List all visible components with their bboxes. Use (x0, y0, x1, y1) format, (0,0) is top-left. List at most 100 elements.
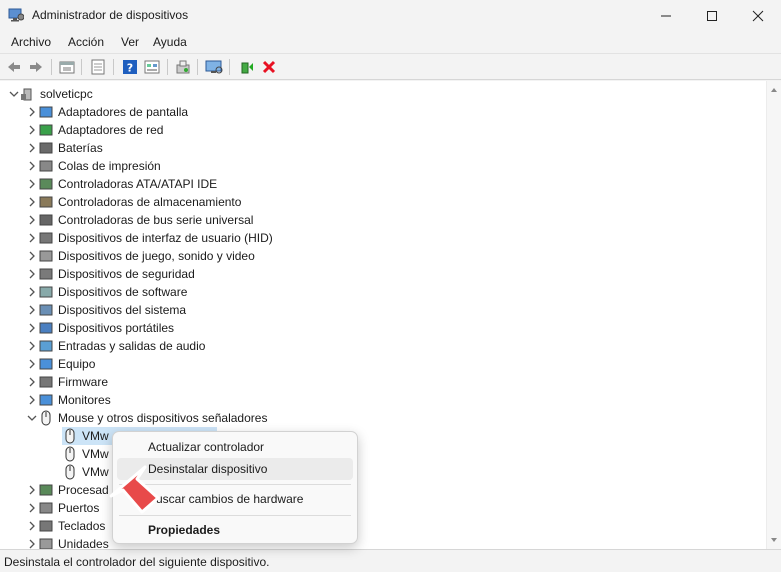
toolbar: ? (0, 53, 781, 80)
chevron-right-icon[interactable] (26, 268, 38, 280)
tree-category-label: Dispositivos de software (58, 285, 188, 299)
tree-category-label: Adaptadores de red (58, 123, 164, 137)
update-driver-icon (241, 62, 253, 74)
tree-category-label: Equipo (58, 357, 96, 371)
tree-category[interactable]: Adaptadores de red (26, 121, 163, 139)
minimize-icon (661, 15, 671, 16)
scroll-up-icon (771, 88, 777, 92)
tree-category[interactable]: Mouse y otros dispositivos señaladores (26, 409, 267, 427)
chevron-right-icon[interactable] (26, 106, 38, 118)
tree-category[interactable]: Firmware (26, 373, 108, 391)
maximize-icon (707, 10, 717, 21)
chevron-right-icon[interactable] (26, 178, 38, 190)
refresh-hardware-button[interactable] (174, 58, 192, 76)
tree-category[interactable]: Colas de impresión (26, 157, 161, 175)
chevron-down-icon[interactable] (26, 412, 38, 424)
tree-category[interactable]: Controladoras ATA/ATAPI IDE (26, 175, 217, 193)
chevron-right-icon[interactable] (26, 304, 38, 316)
tree-category-label: Dispositivos de seguridad (58, 267, 195, 281)
device-category-icon (39, 196, 53, 208)
menu-archivo[interactable]: Archivo (11, 35, 51, 49)
tree-category[interactable]: Entradas y salidas de audio (26, 337, 205, 355)
chevron-right-icon[interactable] (26, 484, 38, 496)
device-category-icon (39, 376, 53, 388)
tree-category[interactable]: Dispositivos de juego, sonido y video (26, 247, 255, 265)
chevron-right-icon[interactable] (26, 124, 38, 136)
maximize-button[interactable] (689, 0, 735, 31)
tree-category[interactable]: Dispositivos del sistema (26, 301, 186, 319)
tree-category[interactable]: Puertos (26, 499, 99, 517)
refresh-hardware-icon (176, 60, 190, 74)
computer-icon (21, 88, 32, 101)
mouse-icon (41, 410, 51, 426)
tree-category[interactable]: Monitores (26, 391, 111, 409)
toolbar-separator (113, 59, 114, 75)
tree-category-label: Controladoras ATA/ATAPI IDE (58, 177, 218, 191)
window-title: Administrador de dispositivos (32, 8, 189, 22)
chevron-right-icon[interactable] (26, 502, 38, 514)
tree-category[interactable]: Adaptadores de pantalla (26, 103, 188, 121)
tree-root-label: solveticpc (40, 87, 93, 101)
chevron-right-icon[interactable] (26, 286, 38, 298)
chevron-down-icon[interactable] (8, 88, 20, 100)
menu-accion[interactable]: Acción (68, 35, 104, 49)
properties-button[interactable] (58, 58, 76, 76)
update-driver-button[interactable] (238, 58, 256, 76)
scan-button[interactable] (205, 58, 223, 76)
chevron-right-icon[interactable] (26, 340, 38, 352)
forward-button[interactable] (27, 58, 45, 76)
device-category-icon (39, 520, 53, 532)
chevron-right-icon[interactable] (26, 250, 38, 262)
chevron-right-icon[interactable] (26, 376, 38, 388)
menu-ayuda[interactable]: Ayuda (153, 35, 187, 49)
minimize-button[interactable] (643, 0, 689, 31)
chevron-right-icon[interactable] (26, 142, 38, 154)
tree-category[interactable]: Controladoras de bus serie universal (26, 211, 253, 229)
tree-category[interactable]: Dispositivos de seguridad (26, 265, 195, 283)
monitor-scan-icon (205, 60, 223, 74)
tree-category[interactable]: Baterías (26, 139, 103, 157)
tree-category[interactable]: Unidades (26, 535, 109, 549)
tree-category[interactable]: Dispositivos de interfaz de usuario (HID… (26, 229, 273, 247)
device-category-icon (39, 106, 53, 118)
vertical-scrollbar[interactable] (766, 81, 781, 549)
ctx-update-driver[interactable]: Actualizar controlador (117, 436, 353, 458)
tree-category[interactable]: Dispositivos portátiles (26, 319, 174, 337)
back-button[interactable] (5, 58, 23, 76)
device-category-icon (39, 268, 53, 280)
tree-category[interactable]: Teclados (26, 517, 105, 535)
device-manager-app-icon (8, 8, 24, 22)
chevron-right-icon[interactable] (26, 358, 38, 370)
device-category-icon (39, 340, 53, 352)
tree-category-label: Adaptadores de pantalla (58, 105, 189, 119)
chevron-right-icon[interactable] (26, 322, 38, 334)
remove-device-icon (262, 60, 276, 74)
chevron-right-icon[interactable] (26, 196, 38, 208)
close-button[interactable] (735, 0, 781, 31)
tree-category[interactable]: Procesad (26, 481, 109, 499)
device-category-icon (39, 538, 53, 549)
menu-ver[interactable]: Ver (121, 35, 139, 49)
chevron-right-icon[interactable] (26, 232, 38, 244)
status-bar: Desinstala el controlador del siguiente … (0, 549, 781, 572)
tree-root[interactable]: solveticpc (8, 85, 93, 103)
tree-category-label: Controladoras de almacenamiento (58, 195, 242, 209)
device-category-icon (39, 394, 53, 406)
scroll-down-icon (771, 538, 777, 542)
tree-category[interactable]: Dispositivos de software (26, 283, 187, 301)
tree-category[interactable]: Controladoras de almacenamiento (26, 193, 241, 211)
tree-category-label: Dispositivos de interfaz de usuario (HID… (58, 231, 273, 245)
chevron-right-icon[interactable] (26, 538, 38, 549)
remove-device-button[interactable] (260, 58, 278, 76)
chevron-right-icon[interactable] (26, 520, 38, 532)
chevron-right-icon[interactable] (26, 160, 38, 172)
chevron-right-icon[interactable] (26, 394, 38, 406)
print-list-button[interactable] (89, 58, 107, 76)
help-button[interactable]: ? (121, 58, 139, 76)
tree-category-label: Baterías (58, 141, 103, 155)
view-button[interactable] (143, 58, 161, 76)
chevron-right-icon[interactable] (26, 214, 38, 226)
help-icon: ? (123, 60, 137, 75)
tree-category[interactable]: Equipo (26, 355, 95, 373)
device-category-icon (39, 286, 53, 298)
